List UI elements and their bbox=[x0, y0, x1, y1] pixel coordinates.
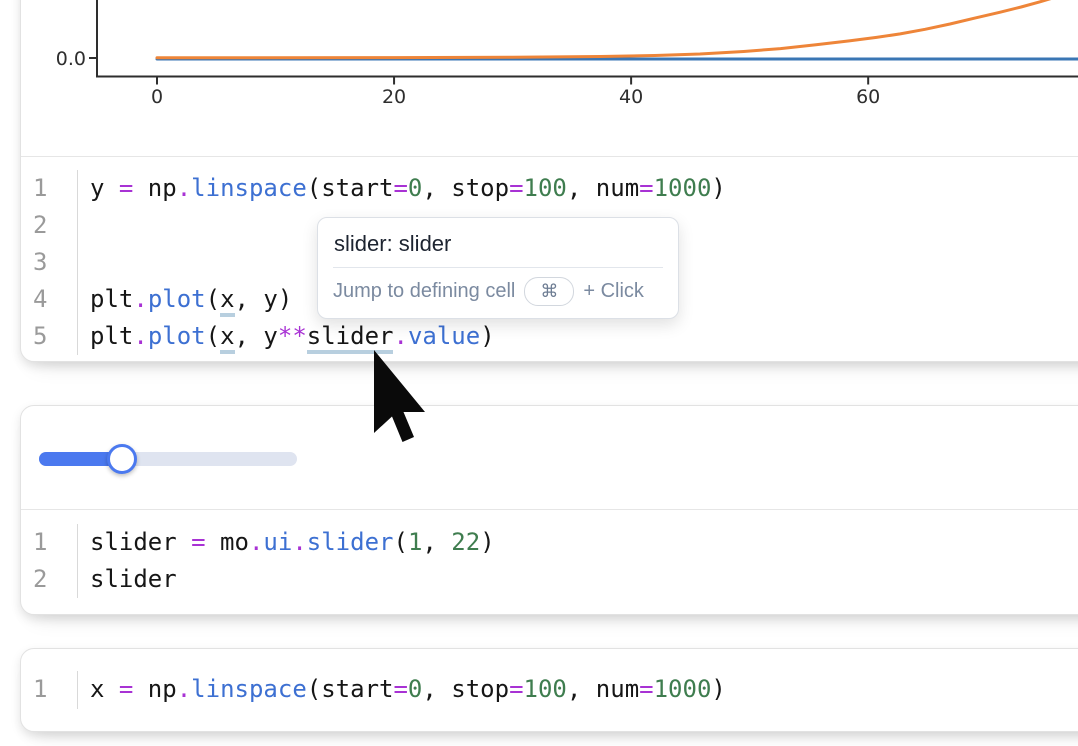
code-token: = bbox=[119, 675, 133, 703]
code-token: . bbox=[249, 528, 263, 556]
line-number: 1 bbox=[33, 671, 77, 708]
y-tick-label: 0.0 bbox=[56, 48, 86, 70]
code-token: (start bbox=[307, 675, 394, 703]
slider-track[interactable] bbox=[39, 452, 297, 466]
mouse-cursor-icon bbox=[373, 350, 429, 444]
tooltip-action-label: Jump to defining cell bbox=[333, 280, 515, 303]
code-token: 0 bbox=[408, 675, 422, 703]
code-token: ( bbox=[393, 528, 407, 556]
code-token: , stop bbox=[422, 675, 509, 703]
code-token: 1000 bbox=[654, 675, 712, 703]
code-token: ) bbox=[480, 322, 494, 350]
code-token: ** bbox=[278, 322, 307, 350]
code-token: plot bbox=[148, 285, 206, 313]
line-number-gutter: 12 bbox=[21, 524, 78, 598]
code-token: . bbox=[177, 174, 191, 202]
code-token: value bbox=[408, 322, 480, 350]
line-number-gutter: 1 bbox=[21, 671, 78, 709]
code-editor-slider[interactable]: 12 slider = mo.ui.slider(1, 22)slider bbox=[21, 510, 1078, 614]
code-token: , num bbox=[567, 174, 639, 202]
command-key-icon: ⌘ bbox=[540, 281, 558, 302]
code-token: = bbox=[509, 675, 523, 703]
code-content: slider = mo.ui.slider(1, 22)slider bbox=[78, 524, 495, 598]
code-token: = bbox=[191, 528, 205, 556]
code-token: = bbox=[509, 174, 523, 202]
code-token: slider bbox=[307, 528, 394, 556]
x-tick-label: 60 bbox=[856, 86, 880, 108]
code-content: x = np.linspace(start=0, stop=100, num=1… bbox=[78, 671, 726, 709]
line-number: 3 bbox=[33, 244, 77, 281]
code-line[interactable]: y = np.linspace(start=0, stop=100, num=1… bbox=[90, 170, 726, 207]
code-token: . bbox=[393, 322, 407, 350]
code-token: = bbox=[639, 675, 653, 703]
line-number: 1 bbox=[33, 524, 77, 561]
x-tick-label: 0 bbox=[151, 86, 163, 108]
code-token: 1 bbox=[408, 528, 422, 556]
code-token: mo bbox=[206, 528, 249, 556]
line-number: 4 bbox=[33, 281, 77, 318]
code-token: , num bbox=[567, 675, 639, 703]
code-line[interactable]: slider bbox=[90, 561, 495, 598]
code-token: ( bbox=[206, 322, 220, 350]
variable-tooltip: slider: slider Jump to defining cell ⌘ +… bbox=[317, 217, 679, 319]
code-token: , stop bbox=[422, 174, 509, 202]
code-token: ui bbox=[263, 528, 292, 556]
variable-reference-link[interactable]: x bbox=[220, 322, 234, 354]
matplotlib-plot-output: 0.0 0 20 40 60 bbox=[0, 0, 1078, 157]
code-token: ) bbox=[480, 528, 494, 556]
tooltip-title: slider: slider bbox=[318, 218, 678, 267]
cell-x: 1 x = np.linspace(start=0, stop=100, num… bbox=[20, 648, 1078, 732]
code-token: = bbox=[639, 174, 653, 202]
code-token: = bbox=[393, 675, 407, 703]
code-token: = bbox=[393, 174, 407, 202]
code-token: 1000 bbox=[654, 174, 712, 202]
code-token: linspace bbox=[191, 675, 307, 703]
slider-handle[interactable] bbox=[107, 444, 137, 474]
tooltip-action-row: Jump to defining cell ⌘ + Click bbox=[318, 268, 678, 318]
code-token: = bbox=[119, 174, 133, 202]
code-token: . bbox=[133, 285, 147, 313]
code-token: 100 bbox=[524, 174, 567, 202]
line-number: 1 bbox=[33, 170, 77, 207]
code-token: ) bbox=[711, 675, 725, 703]
code-token: y bbox=[90, 174, 119, 202]
line-number: 5 bbox=[33, 318, 77, 355]
code-line[interactable]: x = np.linspace(start=0, stop=100, num=1… bbox=[90, 671, 726, 708]
code-token: , y bbox=[235, 322, 278, 350]
series-line-orange bbox=[157, 0, 1076, 58]
code-token: slider bbox=[90, 565, 177, 593]
code-line[interactable]: slider = mo.ui.slider(1, 22) bbox=[90, 524, 495, 561]
line-number: 2 bbox=[33, 207, 77, 244]
code-token: ( bbox=[206, 285, 220, 313]
marimo-notebook-page: { "app": {"name": "marimo notebook"}, "c… bbox=[0, 0, 1078, 746]
code-token: 0 bbox=[408, 174, 422, 202]
code-token: ) bbox=[711, 174, 725, 202]
code-token: . bbox=[133, 322, 147, 350]
code-token: plt bbox=[90, 285, 133, 313]
x-tick-label: 20 bbox=[382, 86, 406, 108]
code-token: . bbox=[177, 675, 191, 703]
code-token: , y) bbox=[235, 285, 293, 313]
line-number: 2 bbox=[33, 561, 77, 598]
code-token: 22 bbox=[451, 528, 480, 556]
code-token: plt bbox=[90, 322, 133, 350]
tooltip-shortcut-suffix: + Click bbox=[583, 280, 644, 303]
slider-output-area bbox=[21, 406, 1078, 509]
code-token: np bbox=[133, 675, 176, 703]
command-key-badge: ⌘ bbox=[524, 277, 574, 306]
code-token: x bbox=[90, 675, 119, 703]
variable-reference-link[interactable]: x bbox=[220, 285, 234, 317]
code-token: np bbox=[133, 174, 176, 202]
line-number-gutter: 12345 bbox=[21, 170, 78, 355]
code-token: . bbox=[292, 528, 306, 556]
cell-slider: 12 slider = mo.ui.slider(1, 22)slider bbox=[20, 405, 1078, 615]
x-tick-label: 40 bbox=[619, 86, 643, 108]
code-token: (start bbox=[307, 174, 394, 202]
code-token: plot bbox=[148, 322, 206, 350]
code-token: linspace bbox=[191, 174, 307, 202]
code-editor-x[interactable]: 1 x = np.linspace(start=0, stop=100, num… bbox=[21, 649, 1078, 731]
code-token: slider bbox=[90, 528, 191, 556]
code-token: , bbox=[422, 528, 451, 556]
code-token: 100 bbox=[524, 675, 567, 703]
